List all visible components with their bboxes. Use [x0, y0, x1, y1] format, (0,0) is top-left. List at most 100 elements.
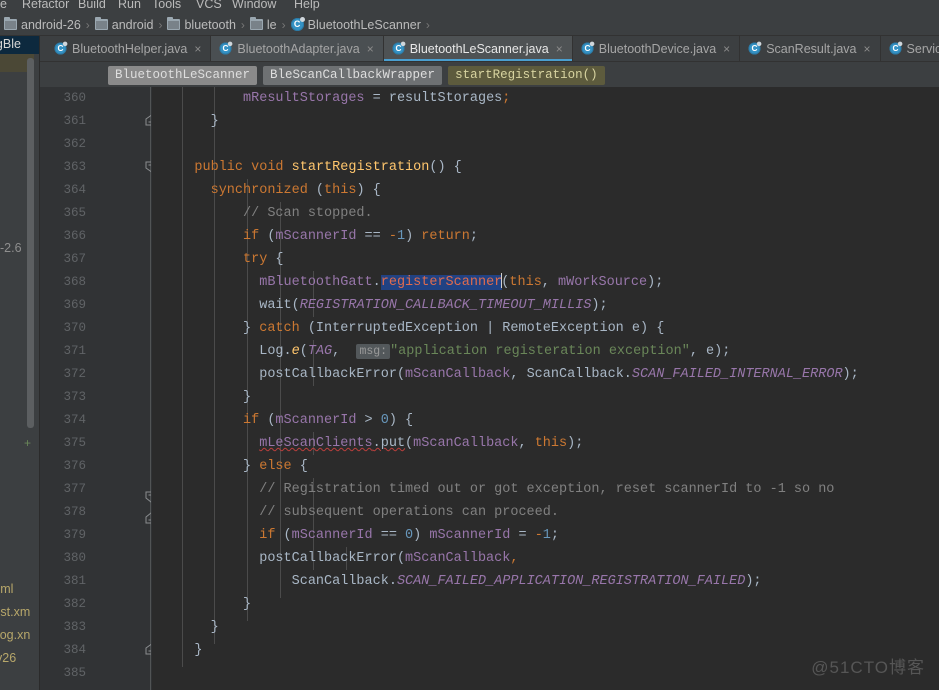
class-icon — [581, 41, 595, 55]
breadcrumb-separator-icon: › — [85, 17, 90, 32]
close-icon[interactable]: × — [723, 42, 730, 56]
breadcrumb-item-android[interactable]: android — [94, 17, 153, 32]
project-item-log-xml[interactable]: _log.xn — [0, 628, 30, 642]
breadcrumb-item-android-26[interactable]: android-26 — [4, 17, 81, 32]
code-line[interactable]: // Scan stopped. — [152, 202, 373, 225]
menu-item-tools[interactable]: Tools — [152, 0, 181, 12]
breadcrumb-separator-icon: › — [240, 17, 245, 32]
menu-item-window[interactable]: Window — [232, 0, 276, 12]
menu-item-vcs[interactable]: VCS — [196, 0, 222, 12]
close-icon[interactable]: × — [194, 42, 201, 56]
folder-icon — [4, 17, 17, 30]
code-line[interactable] — [152, 133, 162, 156]
line-number: 380 — [63, 551, 86, 565]
line-number: 362 — [63, 137, 86, 151]
tab-bluetoothdevice-java[interactable]: BluetoothDevice.java × — [572, 36, 741, 61]
text-selection: registerScanner — [380, 275, 503, 290]
code-line[interactable]: } — [152, 616, 219, 639]
line-number: 385 — [63, 666, 86, 680]
code-line[interactable]: } catch (InterruptedException | RemoteEx… — [152, 317, 664, 340]
tab-label: BluetoothDevice.java — [598, 41, 717, 56]
tab-service-java[interactable]: Service — [880, 36, 939, 61]
project-item-xml[interactable]: xml — [0, 582, 13, 596]
editor-structure-breadcrumb: BluetoothLeScanner BleScanCallbackWrappe… — [40, 63, 939, 87]
code-line[interactable] — [152, 662, 162, 685]
menu-item-help[interactable]: Help — [294, 0, 320, 12]
code-line[interactable]: } — [152, 386, 251, 409]
close-icon[interactable]: × — [556, 42, 563, 56]
line-number: 368 — [63, 275, 86, 289]
project-stray-marker: + — [24, 436, 32, 450]
project-selected-item[interactable]: ongBle — [0, 36, 40, 54]
code-line[interactable]: } — [152, 110, 219, 133]
tab-label: BluetoothAdapter.java — [237, 41, 360, 56]
menu-item-refactor[interactable]: Refactor — [22, 0, 69, 12]
tab-bluetoothadapter-java[interactable]: BluetoothAdapter.java × — [211, 36, 384, 61]
chip-class-bluetoothlescanner[interactable]: BluetoothLeScanner — [108, 65, 258, 85]
tab-label: BluetoothLeScanner.java — [409, 41, 549, 56]
breadcrumb-item-le[interactable]: le — [249, 17, 277, 32]
breadcrumb-separator-icon: › — [425, 17, 430, 32]
line-number: 364 — [63, 183, 86, 197]
project-tool-window[interactable]: ongBle bly-2.6 + xml test.xm _log.xn v26 — [0, 36, 40, 690]
tab-bluetoothhelper-java[interactable]: BluetoothHelper.java × — [46, 36, 212, 61]
code-line[interactable]: mResultStorages = resultStorages; — [152, 87, 510, 110]
code-line[interactable]: postCallbackError(mScanCallback, ScanCal… — [152, 363, 859, 386]
code-line[interactable]: if (mScannerId > 0) { — [152, 409, 413, 432]
chip-method-startregistration[interactable]: startRegistration() — [448, 65, 605, 85]
tab-scanresult-java[interactable]: ScanResult.java × — [740, 36, 881, 61]
code-line[interactable]: mLeScanClients.put(mScanCallback, this); — [152, 432, 583, 455]
code-editor[interactable]: 360 361 362 363 364 365 366 367 368 369 … — [40, 87, 939, 690]
class-icon — [219, 41, 233, 55]
code-line[interactable]: public void startRegistration() { — [152, 156, 461, 179]
code-line[interactable]: wait(REGISTRATION_CALLBACK_TIMEOUT_MILLI… — [152, 294, 607, 317]
code-line[interactable]: postCallbackError(mScanCallback, — [152, 547, 518, 570]
menu-item-run[interactable]: Run — [118, 0, 141, 12]
class-icon — [748, 41, 762, 55]
project-item-test-xml[interactable]: test.xm — [0, 605, 30, 619]
code-line[interactable]: ScanCallback.SCAN_FAILED_APPLICATION_REG… — [152, 570, 762, 593]
line-number: 361 — [63, 114, 86, 128]
code-line[interactable]: try { — [152, 248, 284, 271]
line-number: 377 — [63, 482, 86, 496]
code-line[interactable]: synchronized (this) { — [152, 179, 381, 202]
folder-icon — [94, 17, 108, 30]
line-number: 383 — [63, 620, 86, 634]
tab-label: BluetoothHelper.java — [72, 41, 188, 56]
menu-item-file-partial[interactable]: e — [0, 0, 7, 12]
close-icon[interactable]: × — [367, 42, 374, 56]
code-line[interactable]: if (mScannerId == 0) mScannerId = -1; — [152, 524, 559, 547]
project-item-library[interactable]: bly-2.6 — [0, 241, 22, 255]
breadcrumb-separator-icon: › — [281, 17, 286, 32]
line-number: 375 — [63, 436, 86, 450]
code-line[interactable]: } — [152, 639, 202, 662]
class-icon — [54, 41, 68, 55]
project-selected-label: ongBle — [0, 37, 21, 51]
code-line[interactable]: } else { — [152, 455, 308, 478]
code-text-area[interactable]: mResultStorages = resultStorages; } publ… — [152, 87, 939, 690]
class-icon — [290, 17, 305, 31]
line-number: 379 — [63, 528, 86, 542]
code-line[interactable]: // Registration timed out or got excepti… — [152, 478, 834, 501]
code-line[interactable]: // subsequent operations can proceed. — [152, 501, 559, 524]
line-number: 369 — [63, 298, 86, 312]
project-item-v26[interactable]: v26 — [0, 651, 16, 665]
line-number: 378 — [63, 505, 86, 519]
breadcrumb-item-bluetooth[interactable]: bluetooth — [167, 17, 236, 32]
tab-label: ScanResult.java — [766, 41, 857, 56]
chip-class-blescancallbackwrapper[interactable]: BleScanCallbackWrapper — [263, 65, 443, 85]
code-line[interactable]: if (mScannerId == -1) return; — [152, 225, 478, 248]
breadcrumb-label: BluetoothLeScanner — [307, 17, 421, 32]
menu-item-build[interactable]: Build — [78, 0, 106, 12]
line-number: 372 — [63, 367, 86, 381]
code-line-selected[interactable]: mBluetoothGatt.registerScanner(this, mWo… — [152, 271, 663, 294]
tab-bluetoothlescanner-java[interactable]: BluetoothLeScanner.java × — [383, 36, 573, 61]
code-line[interactable]: } — [152, 593, 251, 616]
line-number: 381 — [63, 574, 86, 588]
code-line[interactable]: Log.e(TAG, msg: "application registeratio… — [152, 340, 730, 363]
project-panel-scrollbar[interactable] — [27, 58, 34, 428]
editor-gutter[interactable]: 360 361 362 363 364 365 366 367 368 369 … — [40, 87, 157, 690]
breadcrumb-item-bluetoothlescanner[interactable]: BluetoothLeScanner — [290, 17, 421, 32]
close-icon[interactable]: × — [864, 42, 871, 56]
folder-icon — [249, 17, 263, 30]
